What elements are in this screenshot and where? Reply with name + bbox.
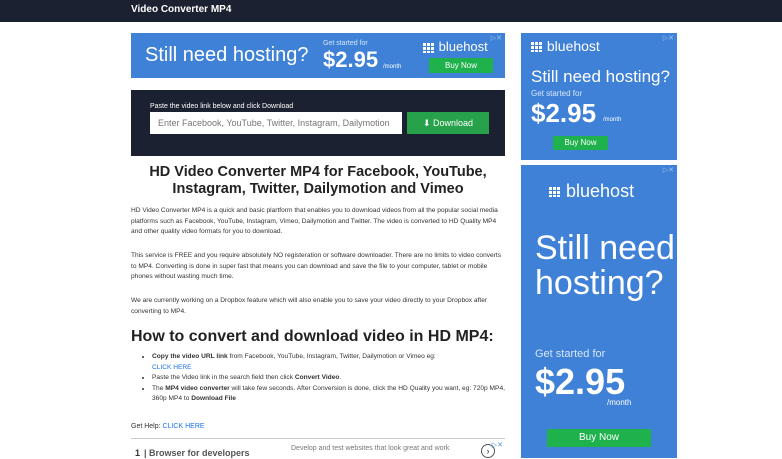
get-help: Get Help: CLICK HERE — [131, 423, 205, 430]
form-label: Paste the video link below and click Dow… — [150, 103, 294, 110]
adchoices-icon[interactable]: ▷✕ — [491, 34, 502, 42]
ad-per-month: /month — [383, 64, 402, 70]
page-title: HD Video Converter MP4 for Facebook, You… — [149, 164, 487, 197]
video-link-form: Paste the video link below and click Dow… — [131, 90, 505, 156]
site-brand[interactable]: Video Converter MP4 — [131, 4, 231, 15]
list-item: The MP4 video converter will take few se… — [152, 384, 505, 405]
list-item: Copy the video URL link from Facebook, Y… — [152, 352, 505, 373]
video-url-input[interactable] — [150, 112, 402, 134]
free-service-paragraph: This service is FREE and you require abs… — [131, 252, 502, 280]
ad-get-started: Get started for — [531, 89, 583, 98]
ad-price: $2.95 — [531, 98, 597, 128]
ad-number: 1 — [135, 448, 141, 458]
ad-price: $2.95 — [323, 47, 379, 72]
ad-title: | Browser for developers — [144, 448, 250, 458]
ad-buy-button[interactable]: Buy Now — [553, 136, 608, 150]
download-icon: ⬇ — [422, 118, 431, 128]
howto-heading: How to convert and download video in HD … — [131, 328, 494, 345]
dropbox-paragraph: We are currently working on a Dropbox fe… — [131, 297, 488, 315]
ad-logo: bluehost — [531, 38, 600, 54]
ad-headline: Still need hosting? — [531, 67, 670, 86]
ad-headline: Still need hosting? — [145, 44, 309, 66]
ad-price: $2.95 — [535, 361, 626, 402]
ad-headline: Still need hosting? — [535, 229, 675, 302]
ad-buy-button[interactable]: Buy Now — [429, 58, 493, 73]
intro-paragraph: HD Video Converter MP4 is a quick and ba… — [131, 207, 498, 235]
top-navbar: Video Converter MP4 — [0, 0, 782, 22]
ad-buy-button[interactable]: Buy Now — [547, 429, 651, 447]
adchoices-icon[interactable]: ▷✕ — [492, 441, 503, 449]
ad-get-started: Get started for — [323, 40, 368, 47]
ad-per-month: /month — [603, 117, 622, 123]
side-ad-small[interactable]: ▷✕ bluehost Still need hosting? Get star… — [521, 33, 677, 160]
bluehost-grid-icon — [549, 187, 561, 198]
howto-steps: Copy the video URL link from Facebook, Y… — [131, 352, 505, 405]
bluehost-grid-icon — [531, 42, 543, 53]
ad-logo: bluehost — [549, 181, 634, 202]
ad-get-started: Get started for — [535, 348, 606, 360]
side-ad-large[interactable]: ▷✕ bluehost Still need hosting? Get star… — [521, 165, 677, 458]
adchoices-icon[interactable]: ▷✕ — [663, 166, 674, 174]
ad-description: Develop and test websites that look grea… — [291, 445, 450, 452]
ad-logo: bluehost — [423, 39, 488, 54]
help-link[interactable]: CLICK HERE — [163, 423, 205, 430]
example-link[interactable]: CLICK HERE — [152, 364, 192, 371]
adchoices-icon[interactable]: ▷✕ — [663, 34, 674, 42]
bluehost-grid-icon — [423, 42, 435, 53]
banner-ad-top[interactable]: ▷✕ Still need hosting? Get started for $… — [131, 33, 505, 78]
ad-per-month: /month — [607, 398, 632, 407]
bottom-text-ad[interactable]: 1 | Browser for developers Develop and t… — [131, 438, 505, 459]
list-item: Paste the Video link in the search field… — [152, 373, 505, 384]
download-button[interactable]: ⬇ Download — [407, 112, 489, 134]
